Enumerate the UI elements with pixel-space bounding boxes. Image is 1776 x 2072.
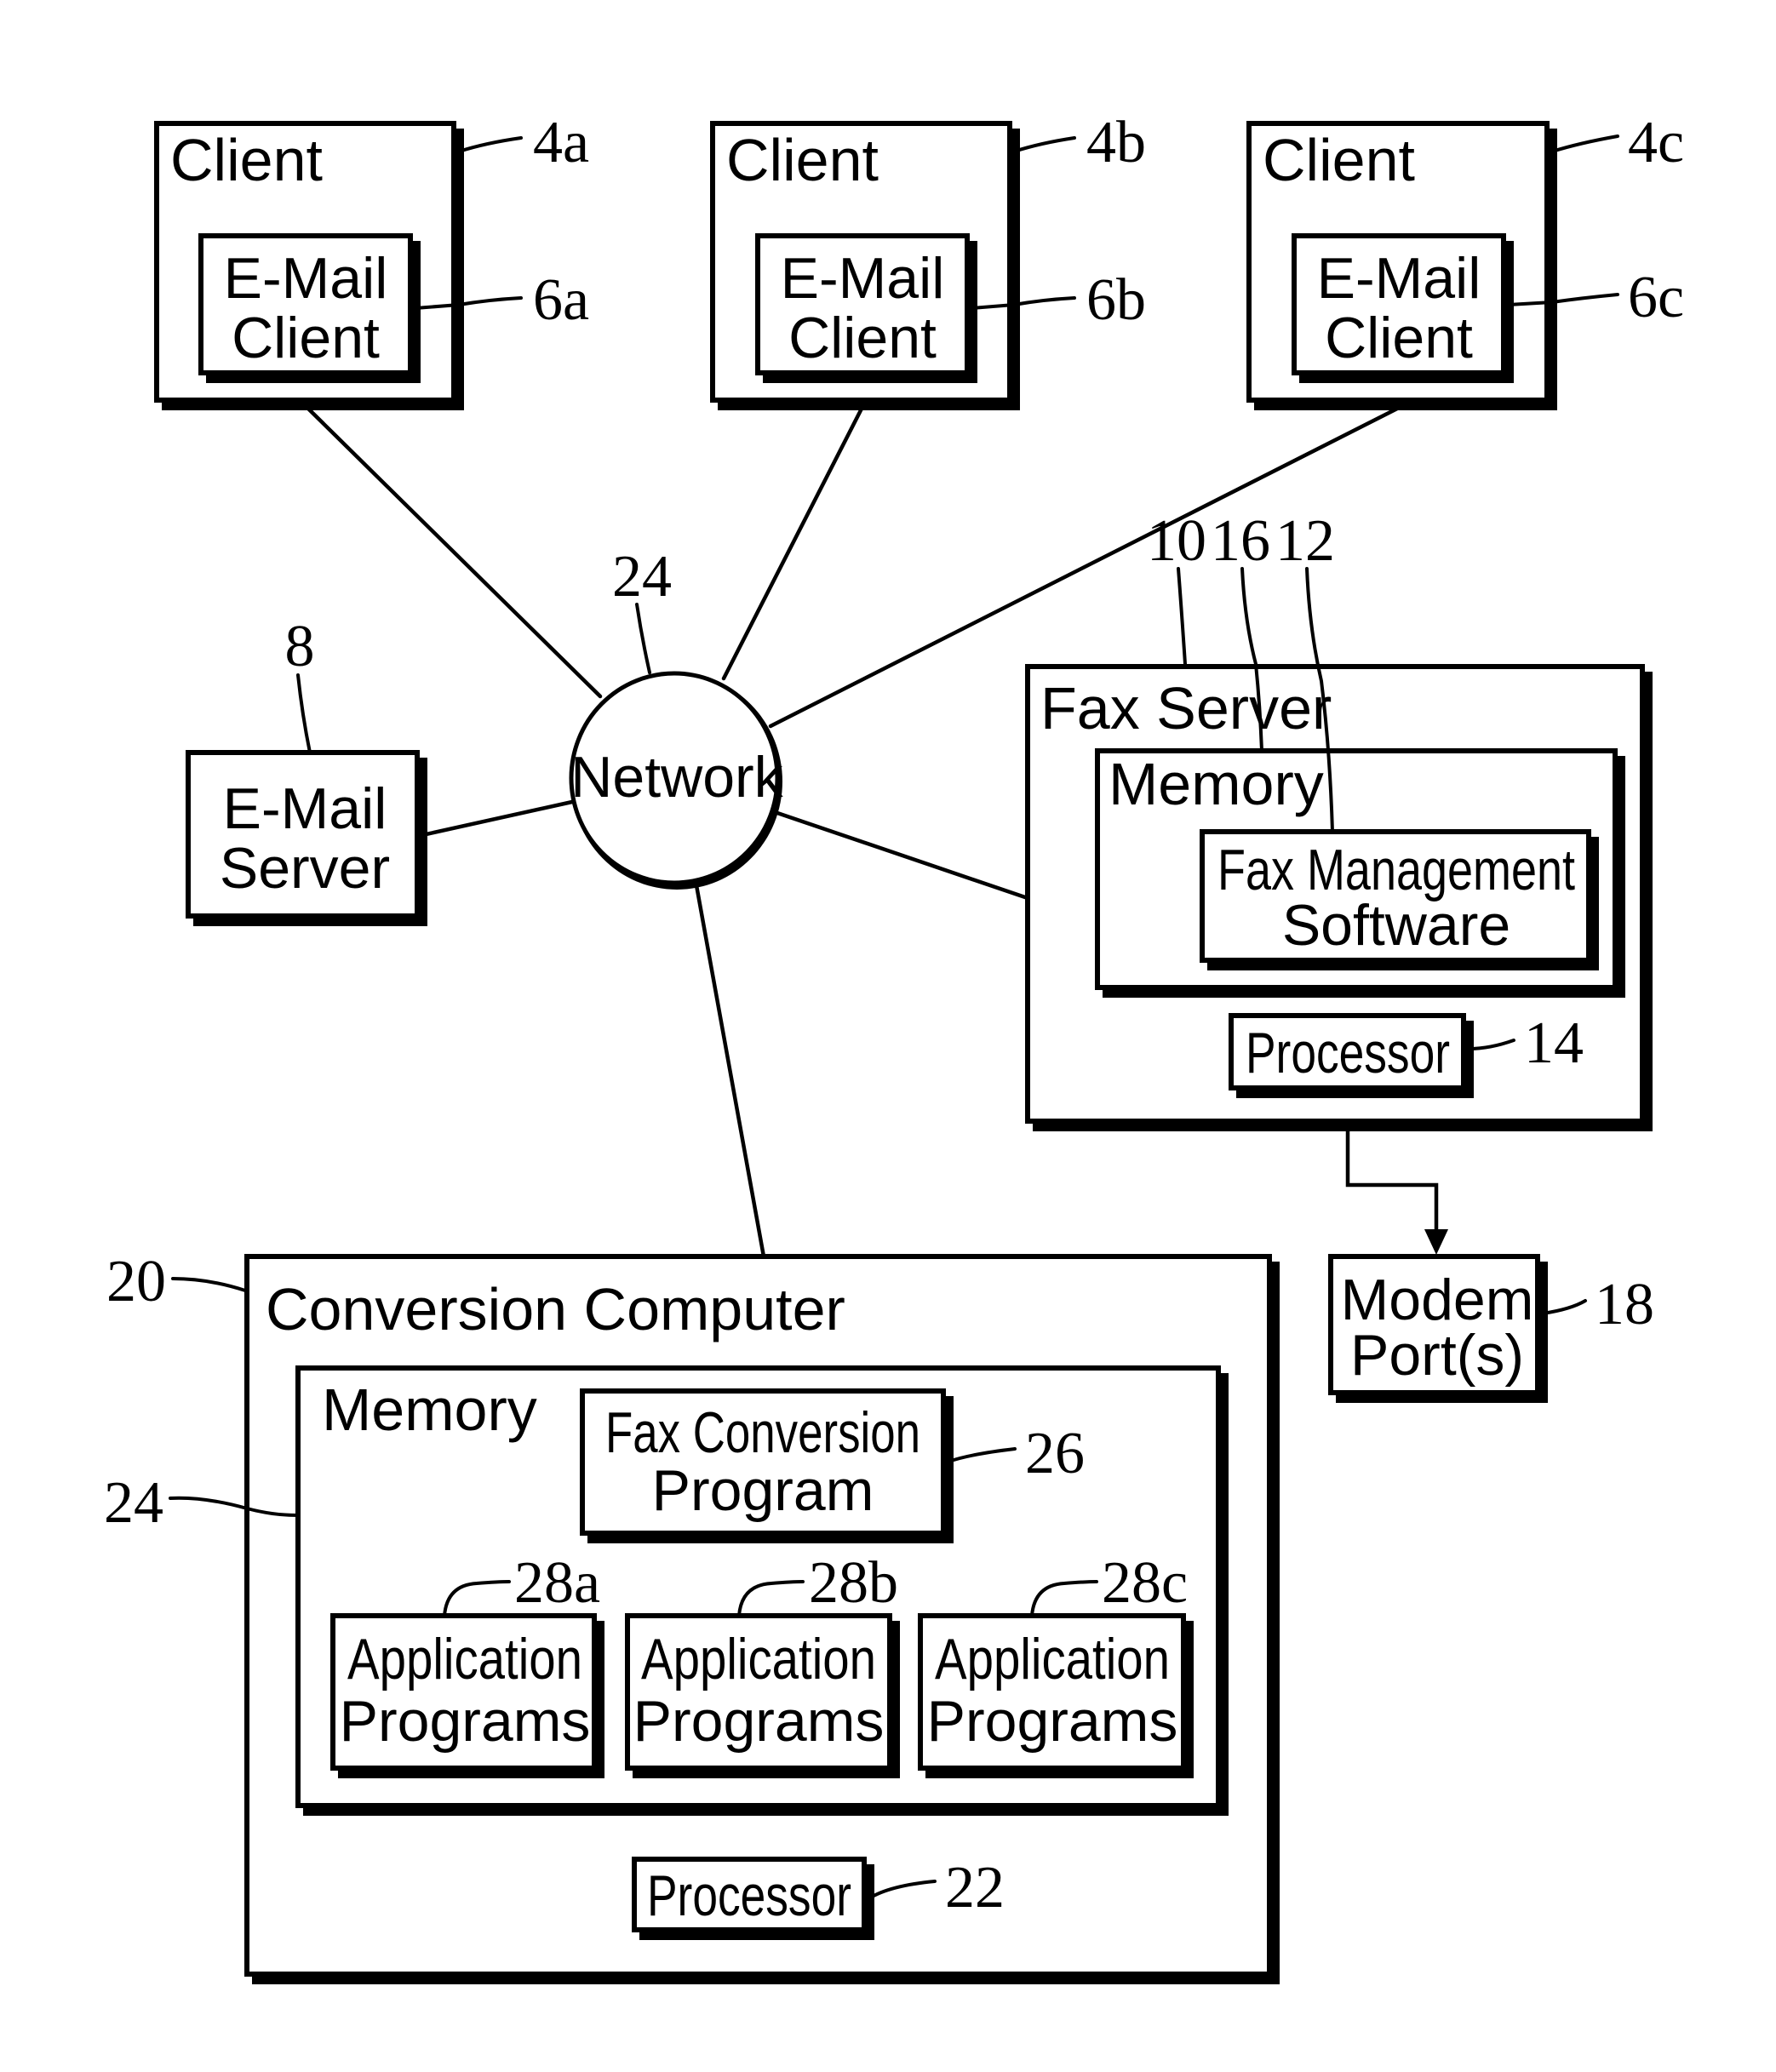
fax-server-title: Fax Server [1040,675,1332,741]
fax-server-processor-14[interactable]: Processor [1229,1013,1474,1098]
leader-8 [296,673,312,754]
client-title: Client [170,127,323,193]
ref-label-4a: 4a [533,110,589,175]
ref-label-20: 20 [106,1249,166,1314]
fax-server-memory-label: Memory [1109,751,1324,817]
ref-label-28b: 28b [809,1550,898,1616]
ref-label-28a: 28a [514,1550,600,1616]
app-programs-line2: Programs [633,1689,885,1754]
leader-10 [1177,567,1187,666]
ref-label-8: 8 [285,614,315,679]
client-4a[interactable]: Client E-Mail Client 4a 6a [154,110,589,410]
ref-label-6b: 6b [1086,267,1146,333]
modem-ports-18[interactable]: Modem Port(s) 18 [1328,1254,1654,1403]
connection-network-fax-server [775,810,1030,901]
client-4b[interactable]: Client E-Mail Client 4b 6b [710,110,1146,410]
conversion-computer-title: Conversion Computer [266,1276,845,1342]
client-4c[interactable]: Client E-Mail Client 4c 6c [1246,110,1684,410]
conversion-memory-label: Memory [322,1377,537,1443]
connection-network-conversion-computer [694,883,766,1259]
network-label: Network [570,745,783,810]
leader-24-network [635,603,651,674]
email-server-8[interactable]: E-Mail Server 8 [186,614,427,926]
leader-4c [1550,135,1619,153]
fms-line2: Software [1282,893,1510,958]
connection-client-4a-network [306,406,603,699]
email-client-line2: Client [232,306,380,370]
conversion-computer-20[interactable]: Conversion Computer 20 Memory 24 Fax Con… [104,1249,1280,1984]
email-client-line1: E-Mail [224,246,388,311]
network-24[interactable]: Network 24 [569,544,784,890]
connection-fax-server-modem [1345,1124,1439,1237]
ref-label-24-network: 24 [612,544,672,610]
ref-label-16: 16 [1211,508,1270,574]
fcp-line1: Fax Conversion [605,1400,920,1465]
leader-18 [1541,1299,1587,1315]
email-client-line1: E-Mail [781,246,945,311]
connection-client-4b-network [721,406,864,681]
ref-label-18: 18 [1595,1272,1654,1337]
fax-conversion-program-26[interactable]: Fax Conversion Program [580,1388,954,1543]
email-client-line1: E-Mail [1317,246,1481,311]
fax-management-software-12[interactable]: Fax Management Software [1200,829,1599,970]
ref-label-4b: 4b [1086,110,1146,175]
email-server-line1: E-Mail [223,776,387,841]
modem-line2: Port(s) [1350,1323,1524,1388]
email-server-line2: Server [220,836,390,901]
ref-label-10: 10 [1147,508,1206,574]
app-programs-line2: Programs [927,1689,1178,1754]
ref-label-6c: 6c [1628,265,1684,330]
fax-server-10[interactable]: Fax Server Memory Fax Management Softwar… [1025,508,1653,1131]
app-programs-line2: Programs [340,1689,591,1754]
fcp-line2: Program [652,1458,874,1523]
ref-label-28c: 28c [1102,1550,1188,1616]
ref-label-6a: 6a [533,267,589,333]
network-fax-system-diagram: Client E-Mail Client 4a 6a Client E-Mail… [104,110,1684,1984]
conversion-processor-22[interactable]: Processor [632,1857,874,1940]
email-client-6b[interactable]: E-Mail Client [755,233,977,383]
ref-label-14: 14 [1524,1010,1584,1076]
app-programs-line1: Application [347,1627,582,1691]
app-programs-line1: Application [935,1627,1170,1691]
ref-label-4c: 4c [1628,110,1684,175]
client-title: Client [726,127,879,193]
connection-email-server-network [420,799,575,838]
arrowhead-icon [1424,1229,1448,1255]
email-client-line2: Client [788,306,937,370]
ref-label-26: 26 [1025,1421,1085,1486]
leader-20 [171,1277,247,1292]
client-title: Client [1263,127,1415,193]
leader-4b [1012,136,1076,153]
fax-server-processor-label: Processor [1246,1021,1450,1085]
leader-4a [457,136,523,153]
ref-label-12: 12 [1275,508,1335,574]
email-client-6c[interactable]: E-Mail Client [1292,233,1514,383]
conversion-processor-label: Processor [647,1863,851,1928]
email-client-6a[interactable]: E-Mail Client [198,233,421,383]
email-client-line2: Client [1325,306,1473,370]
ref-label-22: 22 [945,1855,1005,1920]
app-programs-line1: Application [641,1627,876,1691]
ref-label-24-memory: 24 [104,1470,163,1536]
